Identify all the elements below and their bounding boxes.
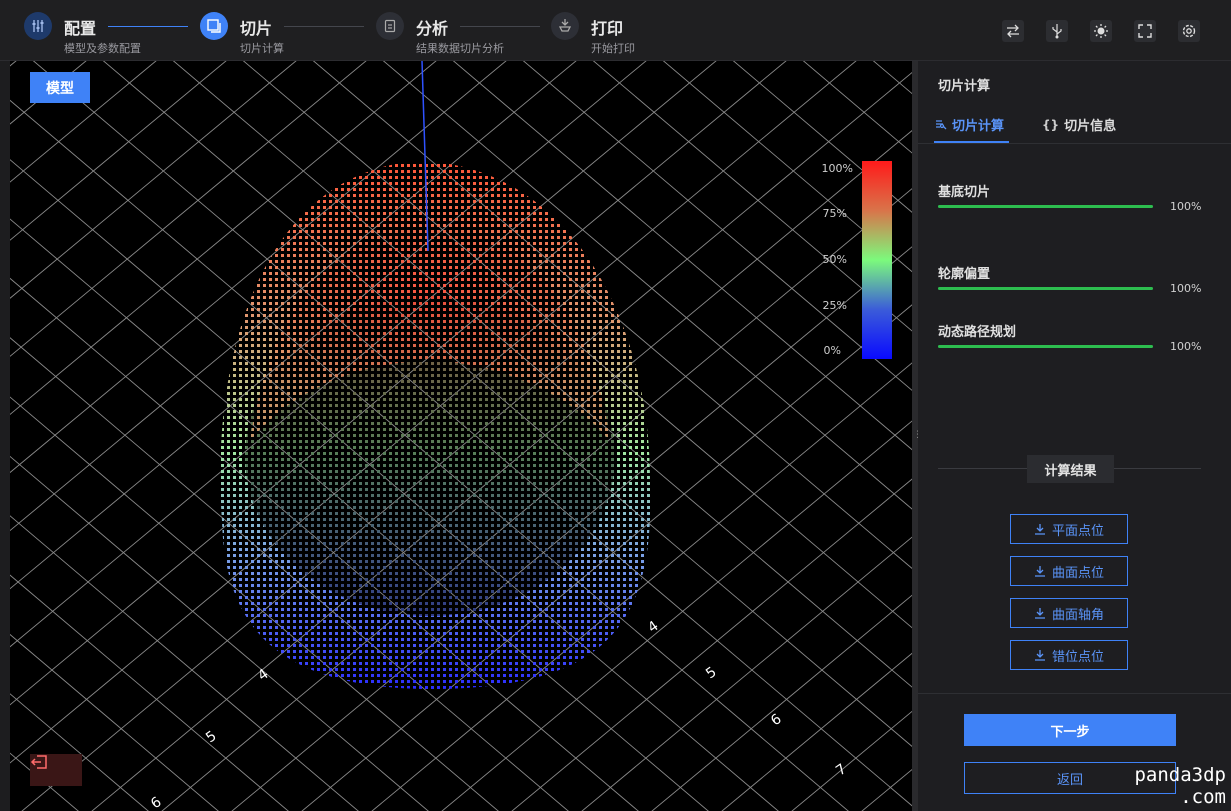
axis-tick-label: 4: [255, 666, 272, 684]
color-legend-bar: [862, 161, 892, 359]
legend-label: 100%: [821, 162, 853, 175]
divider: [1114, 468, 1201, 469]
progress-percent: 100%: [1170, 200, 1202, 213]
download-offset-points-button[interactable]: 错位点位: [1010, 640, 1128, 670]
divider: [938, 468, 1027, 469]
step-connector: [284, 26, 364, 27]
document-icon: [376, 12, 404, 40]
step-subtitle: 模型及参数配置: [64, 42, 141, 55]
3d-viewport[interactable]: 4 5 6 4 5 6 7 模型 100% 75% 50% 25% 0%: [10, 61, 912, 811]
point-cloud-model: [220, 161, 651, 690]
grid-line: [10, 61, 227, 241]
legend-label: 50%: [822, 253, 847, 266]
button-label: 平面点位: [1051, 523, 1104, 539]
download-plane-points-button[interactable]: 平面点位: [1010, 514, 1128, 544]
point-cloud-scene[interactable]: 4 5 6 4 5 6 7: [10, 61, 912, 811]
slice-panel: 切片计算 切片计算 {} 切片信息 基底切片 100% 轮廓偏置 100% 动态…: [918, 61, 1231, 811]
axis-tick-label: 7: [833, 761, 849, 779]
step-connector: [460, 26, 540, 27]
progress-bar: [938, 205, 1153, 208]
legend-label: 75%: [822, 207, 847, 220]
progress-label: 基底切片: [938, 185, 991, 200]
tab-label: 切片信息: [1064, 119, 1117, 134]
panel-title: 切片计算: [938, 79, 991, 94]
braces-icon: {}: [1042, 117, 1060, 132]
sliders-icon: [24, 12, 52, 40]
grid-line: [10, 61, 87, 125]
download-icon: [1034, 566, 1045, 577]
progress-bar: [938, 345, 1153, 348]
axis-tick-label: 5: [703, 664, 719, 682]
progress-label: 轮廓偏置: [938, 267, 991, 282]
legend-label: 0%: [823, 344, 841, 357]
tab-label: 切片计算: [952, 119, 1005, 134]
download-surface-points-button[interactable]: 曲面点位: [1010, 556, 1128, 586]
tab-slice-calc[interactable]: 切片计算: [934, 115, 1004, 134]
swap-icon[interactable]: [1002, 20, 1024, 42]
grid-line: [10, 633, 219, 811]
active-tab-indicator: [934, 141, 1009, 143]
step-subtitle: 结果数据切片分析: [416, 42, 504, 55]
tabs-divider: [918, 143, 1231, 144]
axis-tick-label: 5: [203, 728, 219, 746]
progress-fill: [938, 287, 1153, 290]
progress-fill: [938, 345, 1153, 348]
settings-icon[interactable]: [1178, 20, 1200, 42]
next-step-button[interactable]: 下一步: [964, 714, 1176, 746]
download-surface-angles-button[interactable]: 曲面轴角: [1010, 598, 1128, 628]
top-bar: 配置 模型及参数配置 切片 切片计算 分析 结果数据切片分析 打印 开始打印: [0, 0, 1231, 61]
download-icon: [1034, 650, 1045, 661]
exit-button[interactable]: [30, 754, 82, 786]
step-title: 配置: [64, 19, 97, 38]
progress-bar: [938, 287, 1153, 290]
progress-percent: 100%: [1170, 340, 1202, 353]
step-title: 切片: [240, 19, 273, 38]
progress-fill: [938, 205, 1153, 208]
tab-slice-info[interactable]: {} 切片信息: [1042, 115, 1117, 135]
button-label: 曲面点位: [1051, 565, 1104, 581]
watermark: panda3dp .com: [1098, 764, 1226, 808]
watermark-line: .com: [1180, 786, 1226, 808]
step-subtitle: 切片计算: [240, 42, 284, 55]
button-label: 曲面轴角: [1051, 607, 1104, 623]
results-title: 计算结果: [1027, 455, 1114, 483]
print-icon: [551, 12, 579, 40]
grid-line: [10, 61, 17, 67]
axis-tick-label: 6: [768, 711, 785, 729]
download-icon: [1034, 608, 1045, 619]
brightness-icon[interactable]: [1090, 20, 1112, 42]
layers-icon: [200, 12, 228, 40]
grid-line: [10, 61, 157, 183]
grid-line: [10, 752, 79, 811]
step-connector: [108, 26, 188, 27]
fullscreen-icon[interactable]: [1134, 20, 1156, 42]
step-title: 打印: [591, 19, 624, 38]
slice-icon: [936, 120, 947, 130]
watermark-line: panda3dp: [1134, 764, 1226, 786]
exit-icon: [30, 755, 47, 769]
progress-label: 动态路径规划: [938, 325, 1017, 340]
button-label: 错位点位: [1051, 649, 1104, 665]
axis-tick-label: 4: [645, 618, 662, 636]
progress-percent: 100%: [1170, 282, 1202, 295]
usb-icon[interactable]: [1046, 20, 1068, 42]
model-button[interactable]: 模型: [30, 72, 90, 103]
axis-tick-label: 6: [148, 794, 165, 811]
step-subtitle: 开始打印: [591, 42, 635, 55]
step-title: 分析: [416, 19, 449, 38]
legend-label: 25%: [822, 299, 847, 312]
divider: [918, 693, 1231, 694]
download-icon: [1034, 524, 1045, 535]
